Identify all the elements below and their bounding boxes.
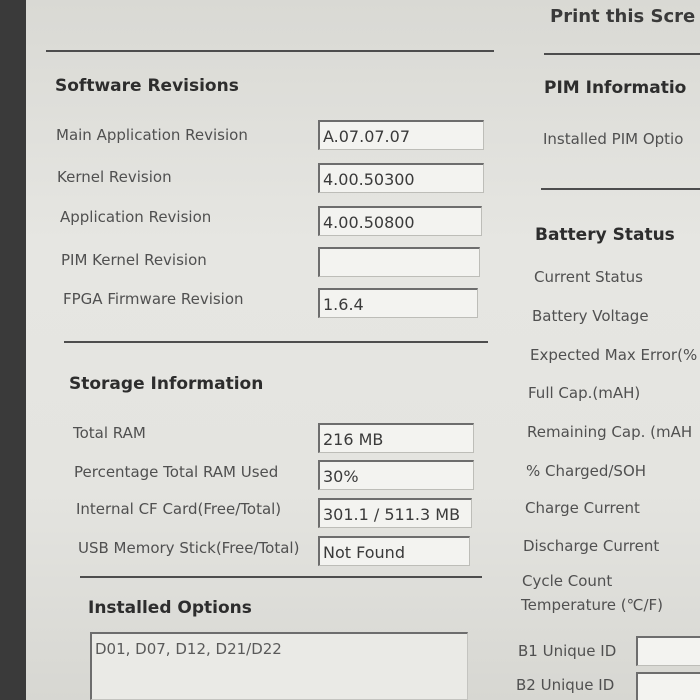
storage-label: USB Memory Stick(Free/Total) (78, 539, 300, 557)
ram-used-field: 30% (318, 460, 474, 490)
software-label: FPGA Firmware Revision (63, 290, 244, 308)
battery-label: Charge Current (525, 499, 640, 517)
battery-label: Discharge Current (523, 537, 660, 555)
software-label: Application Revision (60, 208, 212, 226)
b2-unique-id-field (636, 672, 700, 700)
installed-pim-options-label: Installed PIM Optio (543, 130, 684, 148)
battery-status-title: Battery Status (535, 225, 675, 245)
internal-cf-card-field: 301.1 / 511.3 MB (318, 498, 472, 528)
top-separator-right (544, 53, 700, 55)
software-revisions-title: Software Revisions (55, 76, 239, 96)
section-separator (80, 576, 482, 578)
battery-label: Full Cap.(mAH) (528, 384, 641, 402)
pim-kernel-revision-field (318, 247, 480, 277)
installed-options-title: Installed Options (88, 598, 252, 618)
fpga-firmware-revision-field: 1.6.4 (318, 288, 478, 318)
kernel-revision-field: 4.00.50300 (318, 163, 484, 193)
section-separator (64, 341, 488, 343)
b1-unique-id-field (636, 636, 700, 666)
storage-label: Percentage Total RAM Used (74, 463, 279, 481)
print-screen-button[interactable]: Print this Scre (550, 6, 695, 27)
battery-label: B2 Unique ID (516, 676, 615, 694)
usb-memory-stick-field: Not Found (318, 536, 470, 566)
software-label: PIM Kernel Revision (61, 251, 207, 269)
storage-information-title: Storage Information (69, 374, 264, 394)
total-ram-field: 216 MB (318, 423, 474, 453)
battery-label: B1 Unique ID (518, 642, 617, 660)
pim-separator (541, 188, 700, 190)
battery-label: Cycle Count (522, 572, 613, 590)
application-revision-field: 4.00.50800 (318, 206, 482, 236)
pim-information-title: PIM Informatio (544, 78, 687, 98)
software-label: Main Application Revision (56, 126, 248, 144)
storage-label: Total RAM (73, 424, 146, 442)
top-separator-left (46, 50, 494, 52)
system-information-screen: Print this Scre Software Revisions Main … (26, 0, 700, 700)
main-application-revision-field: A.07.07.07 (318, 120, 484, 150)
battery-label: Expected Max Error(% (530, 346, 698, 364)
storage-label: Internal CF Card(Free/Total) (76, 500, 282, 518)
battery-label: Remaining Cap. (mAH (527, 423, 693, 441)
installed-options-box: D01, D07, D12, D21/D22 (90, 632, 468, 700)
battery-label: Current Status (534, 268, 643, 286)
battery-label: Battery Voltage (532, 307, 649, 325)
software-label: Kernel Revision (57, 168, 172, 186)
battery-label: Temperature (℃/F) (521, 596, 664, 614)
battery-label: % Charged/SOH (526, 462, 647, 480)
